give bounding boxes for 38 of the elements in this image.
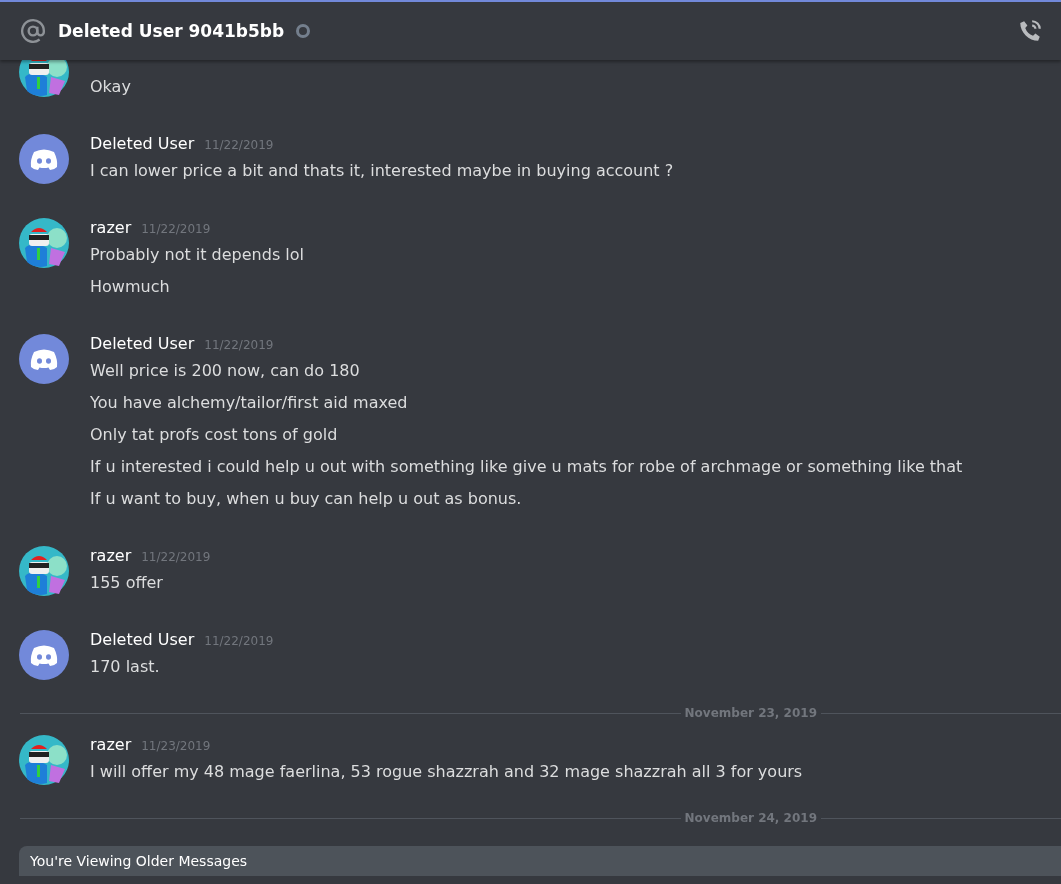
message-text: Only tat profs cost tons of gold bbox=[90, 424, 339, 446]
avatar-icon[interactable] bbox=[19, 630, 69, 680]
message-text: 155 offer bbox=[90, 572, 164, 594]
message-text: Probably not it depends lol bbox=[90, 244, 305, 266]
avatar-icon[interactable] bbox=[19, 134, 69, 184]
phone-call-icon[interactable] bbox=[1017, 18, 1043, 44]
author-name[interactable]: razer bbox=[90, 218, 132, 237]
avatar-icon[interactable] bbox=[19, 60, 69, 97]
channel-title: Deleted User 9041b5bb bbox=[58, 21, 285, 41]
avatar-icon[interactable] bbox=[19, 735, 69, 785]
author-name[interactable]: razer bbox=[90, 546, 132, 565]
message-timestamp: 11/22/2019 bbox=[204, 338, 274, 352]
author-name[interactable]: Deleted User bbox=[90, 630, 195, 649]
avatar-icon[interactable] bbox=[19, 218, 69, 268]
author-name[interactable]: razer bbox=[90, 735, 132, 754]
message-text: Well price is 200 now, can do 180 bbox=[90, 360, 361, 382]
author-name[interactable]: Deleted User bbox=[90, 134, 195, 153]
date-divider: November 23, 2019 bbox=[684, 706, 817, 720]
message-text: If u interested i could help u out with something like give u mats for robe of archmage or something like that bbox=[90, 456, 964, 478]
message-text: You have alchemy/tailor/first aid maxed bbox=[90, 392, 409, 414]
message-timestamp: 11/22/2019 bbox=[141, 222, 211, 236]
date-divider: November 24, 2019 bbox=[684, 811, 817, 825]
older-messages-label: You're Viewing Older Messages bbox=[30, 853, 248, 869]
message-timestamp: 11/23/2019 bbox=[141, 739, 211, 753]
message-text: If u want to buy, when u buy can help u out as bonus. bbox=[90, 488, 523, 510]
author-name[interactable]: Deleted User bbox=[90, 334, 195, 353]
avatar-icon[interactable] bbox=[19, 334, 69, 384]
message-text: Okay bbox=[90, 76, 132, 98]
message-text: 170 last. bbox=[90, 656, 161, 678]
message-text: I can lower price a bit and thats it, interested maybe in buying account ? bbox=[90, 160, 675, 182]
avatar-icon[interactable] bbox=[19, 546, 69, 596]
at-sign-icon bbox=[20, 18, 46, 44]
message-timestamp: 11/22/2019 bbox=[141, 550, 211, 564]
message-text: Howmuch bbox=[90, 276, 171, 298]
message-timestamp: 11/22/2019 bbox=[204, 138, 274, 152]
older-messages-bar[interactable]: You're Viewing Older Messages bbox=[19, 846, 1061, 876]
message-timestamp: 11/22/2019 bbox=[204, 634, 274, 648]
message-text: I will offer my 48 mage faerlina, 53 rogue shazzrah and 32 mage shazzrah all 3 for yours bbox=[90, 761, 804, 783]
